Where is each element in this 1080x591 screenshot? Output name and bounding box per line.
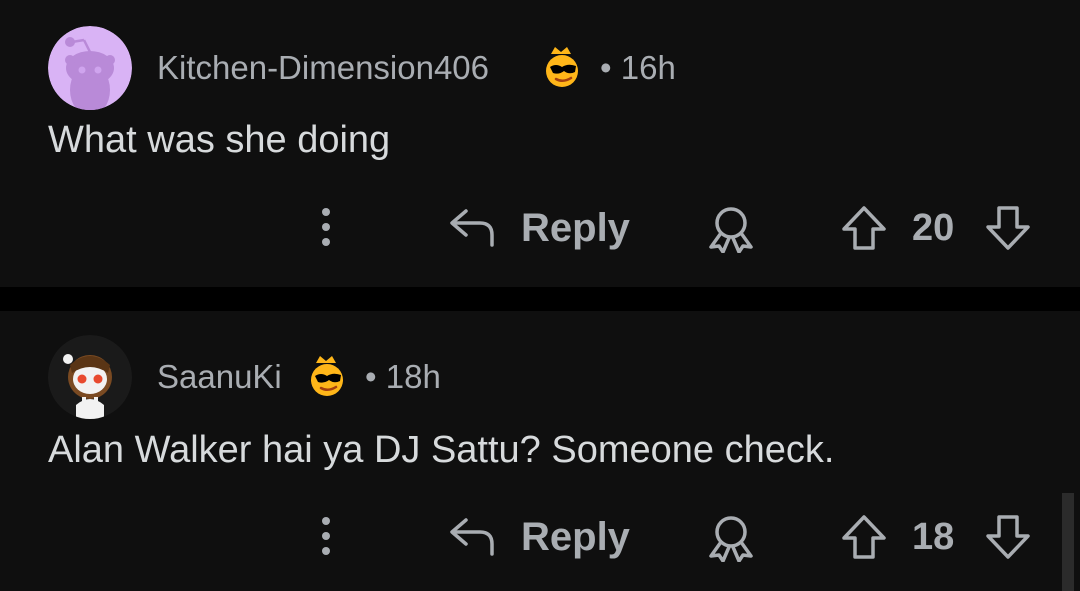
vote-count: 18 — [912, 516, 955, 558]
sunglasses-emoji-icon — [303, 353, 349, 399]
award-button[interactable] — [703, 205, 759, 253]
down-arrow-icon — [986, 206, 1030, 250]
sunglasses-emoji-icon — [538, 44, 584, 90]
comment-card: SaanuKi • 18h Alan Walker hai ya DJ Satt… — [0, 311, 1080, 591]
separator: • — [365, 358, 377, 395]
vertical-ellipsis-icon — [322, 208, 330, 246]
down-arrow-icon — [986, 515, 1030, 559]
avatar[interactable] — [48, 26, 132, 110]
downvote-button[interactable] — [984, 514, 1032, 560]
scrollbar[interactable] — [1062, 493, 1074, 591]
award-ribbon-icon — [709, 516, 753, 562]
downvote-button[interactable] — [984, 205, 1032, 251]
award-ribbon-icon — [709, 207, 753, 253]
award-button[interactable] — [703, 514, 759, 562]
upvote-button[interactable] — [840, 205, 888, 251]
comments-page: Kitchen-Dimension406 • 16h What was she … — [0, 0, 1080, 591]
separator: • — [600, 49, 612, 86]
vote-count: 20 — [912, 207, 955, 249]
comment-card: Kitchen-Dimension406 • 16h What was she … — [0, 0, 1080, 287]
comment-actions: Reply 20 — [0, 197, 1080, 257]
avatar[interactable] — [48, 335, 132, 419]
time-label: 16h — [620, 49, 676, 86]
comment-body: Alan Walker hai ya DJ Sattu? Someone che… — [48, 429, 835, 471]
up-arrow-icon — [842, 515, 886, 559]
username[interactable]: Kitchen-Dimension406 — [157, 48, 489, 88]
timestamp: • 18h — [365, 357, 441, 397]
reply-label: Reply — [521, 515, 630, 559]
reply-arrow-icon — [448, 207, 496, 247]
upvote-button[interactable] — [840, 514, 888, 560]
time-label: 18h — [385, 358, 441, 395]
more-options-button[interactable] — [310, 205, 342, 249]
vertical-ellipsis-icon — [322, 517, 330, 555]
comment-actions: Reply 18 — [0, 506, 1080, 566]
more-options-button[interactable] — [310, 514, 342, 558]
comment-body: What was she doing — [48, 119, 391, 161]
username[interactable]: SaanuKi — [157, 357, 282, 397]
timestamp: • 16h — [600, 48, 676, 88]
reply-arrow-icon — [448, 516, 496, 556]
up-arrow-icon — [842, 206, 886, 250]
reply-label: Reply — [521, 206, 630, 250]
